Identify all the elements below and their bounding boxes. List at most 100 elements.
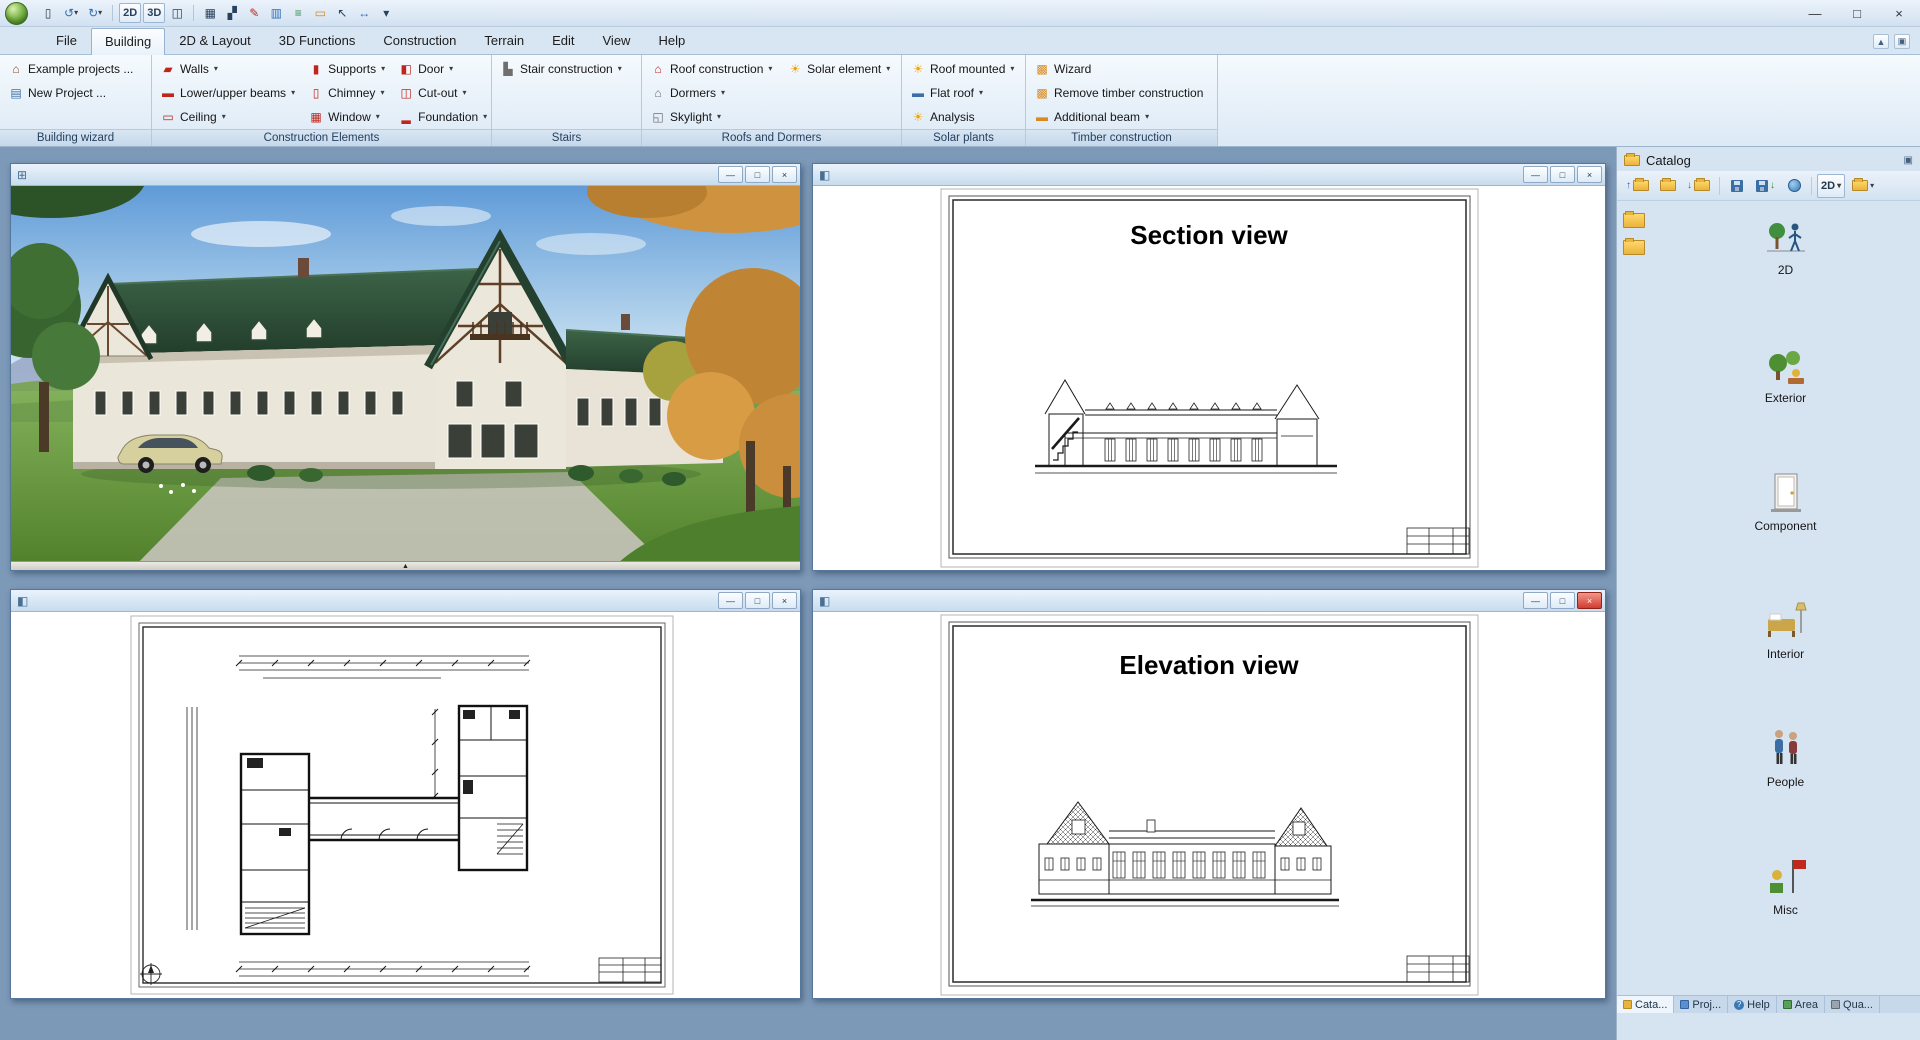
layers-button[interactable]: ≡ bbox=[288, 3, 308, 23]
tab-catalog[interactable]: Cata... bbox=[1617, 996, 1674, 1013]
tab-construction[interactable]: Construction bbox=[369, 27, 470, 54]
ribbon-item-flat-roof[interactable]: ▬Flat roof▾ bbox=[908, 85, 1019, 101]
ribbon-item-additional-beam[interactable]: ▬Additional beam▾ bbox=[1032, 109, 1211, 125]
tab-project[interactable]: Proj... bbox=[1674, 996, 1728, 1013]
maximize-button[interactable]: □ bbox=[1550, 592, 1575, 609]
catalog-item-2d[interactable]: 2D bbox=[1736, 213, 1836, 277]
window-titlebar[interactable]: ◧ — □ × bbox=[11, 590, 800, 612]
ribbon-item-roof-mounted[interactable]: ☀Roof mounted▾ bbox=[908, 61, 1019, 77]
hatch-button[interactable]: ▥ bbox=[266, 3, 286, 23]
ribbon-item-foundation[interactable]: ▂Foundation▾ bbox=[396, 109, 490, 125]
catalog-item-component[interactable]: Component bbox=[1736, 469, 1836, 533]
window-3d-view[interactable]: ⊞ — □ × bbox=[10, 163, 801, 571]
ribbon-item-supports[interactable]: ▮Supports▾ bbox=[306, 61, 388, 77]
tab-file[interactable]: File bbox=[42, 27, 91, 54]
catalog-import-button[interactable]: ↓ bbox=[1683, 174, 1714, 198]
new-document-button[interactable]: ▯ bbox=[38, 3, 58, 23]
panel-pin-icon[interactable]: ▣ bbox=[1904, 155, 1913, 166]
ribbon-item-example-projects[interactable]: ⌂Example projects ... bbox=[6, 61, 145, 77]
maximize-button[interactable]: □ bbox=[1550, 166, 1575, 183]
minimize-button[interactable]: — bbox=[1523, 592, 1548, 609]
window-floor-plan[interactable]: ◧ — □ × bbox=[10, 589, 801, 999]
ribbon-item-timber-wizard[interactable]: ▩Wizard bbox=[1032, 61, 1211, 77]
tab-quantities[interactable]: Qua... bbox=[1825, 996, 1880, 1013]
window-elevation-view[interactable]: ◧ — □ × bbox=[812, 589, 1606, 999]
elevation-view-canvas[interactable]: Elevation view bbox=[813, 612, 1605, 998]
catalog-item-exterior[interactable]: Exterior bbox=[1736, 341, 1836, 405]
ribbon-options-button[interactable]: ▣ bbox=[1894, 34, 1910, 49]
titlebar[interactable]: ▯ ↺▾ ↻▾ 2D 3D ◫ ▦ ▞ ✎ ▥ ≡ ▭ ↖ ↔ ▾ — □ × bbox=[0, 0, 1920, 27]
tab-2d-layout[interactable]: 2D & Layout bbox=[165, 27, 265, 54]
ribbon-item-analysis[interactable]: ☀Analysis bbox=[908, 109, 1019, 125]
view-split-button[interactable]: ◫ bbox=[167, 3, 187, 23]
catalog-root-folder-icon[interactable] bbox=[1623, 213, 1645, 228]
ribbon-item-chimney[interactable]: ▯Chimney▾ bbox=[306, 85, 388, 101]
window-titlebar[interactable]: ◧ — □ × bbox=[813, 590, 1605, 612]
catalog-folder-up-button[interactable]: ↑ bbox=[1622, 174, 1653, 198]
minimize-button[interactable]: — bbox=[1523, 166, 1548, 183]
tab-area[interactable]: Area bbox=[1777, 996, 1825, 1013]
cursor-button[interactable]: ↖ bbox=[332, 3, 352, 23]
maximize-button[interactable]: □ bbox=[745, 592, 770, 609]
app-logo-icon[interactable] bbox=[5, 2, 28, 25]
catalog-sub-folder-icon[interactable] bbox=[1623, 240, 1645, 255]
ruler-button[interactable]: ▭ bbox=[310, 3, 330, 23]
catalog-item-people[interactable]: People bbox=[1736, 725, 1836, 789]
app-close-button[interactable]: × bbox=[1878, 0, 1920, 26]
ribbon-item-dormers[interactable]: ⌂Dormers▾ bbox=[648, 85, 777, 101]
ribbon-item-new-project[interactable]: ▤New Project ... bbox=[6, 85, 145, 101]
ribbon-item-walls[interactable]: ▰Walls▾ bbox=[158, 61, 298, 77]
close-button[interactable]: × bbox=[772, 592, 797, 609]
tab-edit[interactable]: Edit bbox=[538, 27, 588, 54]
undo-button[interactable]: ↺▾ bbox=[60, 3, 82, 23]
slider-handle-icon[interactable]: ▲ bbox=[402, 563, 409, 570]
toolbar-options-button[interactable]: ▾ bbox=[376, 3, 396, 23]
pen-button[interactable]: ✎ bbox=[244, 3, 264, 23]
dimension-button[interactable]: ↔ bbox=[354, 3, 374, 23]
ribbon-item-lower-upper-beams[interactable]: ▬Lower/upper beams▾ bbox=[158, 85, 298, 101]
view-slider[interactable]: ▲ bbox=[11, 561, 800, 570]
close-button[interactable]: × bbox=[772, 166, 797, 183]
ribbon-item-remove-timber[interactable]: ▩Remove timber construction bbox=[1032, 85, 1211, 101]
3d-render-canvas[interactable]: ▲ bbox=[11, 186, 800, 570]
ribbon-item-skylight[interactable]: ◱Skylight▾ bbox=[648, 109, 777, 125]
tab-3d-functions[interactable]: 3D Functions bbox=[265, 27, 370, 54]
catalog-web-button[interactable] bbox=[1782, 174, 1806, 198]
app-maximize-button[interactable]: □ bbox=[1836, 0, 1878, 26]
ribbon-item-cut-out[interactable]: ◫Cut-out▾ bbox=[396, 85, 490, 101]
catalog-open-folder-button[interactable] bbox=[1656, 174, 1680, 198]
ribbon-item-door[interactable]: ◧Door▾ bbox=[396, 61, 490, 77]
ribbon-item-window[interactable]: ▦Window▾ bbox=[306, 109, 388, 125]
view-2d-button[interactable]: 2D bbox=[119, 3, 141, 23]
minimize-button[interactable]: — bbox=[718, 166, 743, 183]
close-button[interactable]: × bbox=[1577, 166, 1602, 183]
window-titlebar[interactable]: ⊞ — □ × bbox=[11, 164, 800, 186]
window-section-view[interactable]: ◧ — □ × bbox=[812, 163, 1606, 571]
section-view-canvas[interactable]: Section view bbox=[813, 186, 1605, 570]
tab-building[interactable]: Building bbox=[91, 28, 165, 55]
catalog-item-misc[interactable]: Misc bbox=[1736, 853, 1836, 917]
minimize-button[interactable]: — bbox=[718, 592, 743, 609]
catalog-library-button[interactable]: ▾ bbox=[1848, 174, 1878, 198]
view-3d-button[interactable]: 3D bbox=[143, 3, 165, 23]
floor-plan-canvas[interactable] bbox=[11, 612, 800, 998]
ribbon-collapse-button[interactable]: ▲ bbox=[1873, 34, 1889, 49]
catalog-2d-mode-button[interactable]: 2D▾ bbox=[1817, 174, 1845, 198]
grid-button[interactable]: ▦ bbox=[200, 3, 220, 23]
app-minimize-button[interactable]: — bbox=[1794, 0, 1836, 26]
ribbon-item-stair-construction[interactable]: ▙Stair construction▾ bbox=[498, 61, 635, 77]
catalog-save-button[interactable] bbox=[1725, 174, 1749, 198]
close-button[interactable]: × bbox=[1577, 592, 1602, 609]
tab-help[interactable]: Help bbox=[644, 27, 699, 54]
redo-button[interactable]: ↻▾ bbox=[84, 3, 106, 23]
tab-view[interactable]: View bbox=[589, 27, 645, 54]
maximize-button[interactable]: □ bbox=[745, 166, 770, 183]
tab-help-panel[interactable]: ?Help bbox=[1728, 996, 1777, 1013]
catalog-item-interior[interactable]: Interior bbox=[1736, 597, 1836, 661]
ribbon-item-ceiling[interactable]: ▭Ceiling▾ bbox=[158, 109, 298, 125]
ribbon-item-solar-element[interactable]: ☀Solar element▾ bbox=[785, 61, 895, 77]
catalog-export-button[interactable]: ↓ bbox=[1752, 174, 1779, 198]
tab-terrain[interactable]: Terrain bbox=[470, 27, 538, 54]
ribbon-item-roof-construction[interactable]: ⌂Roof construction▾ bbox=[648, 61, 777, 77]
window-titlebar[interactable]: ◧ — □ × bbox=[813, 164, 1605, 186]
